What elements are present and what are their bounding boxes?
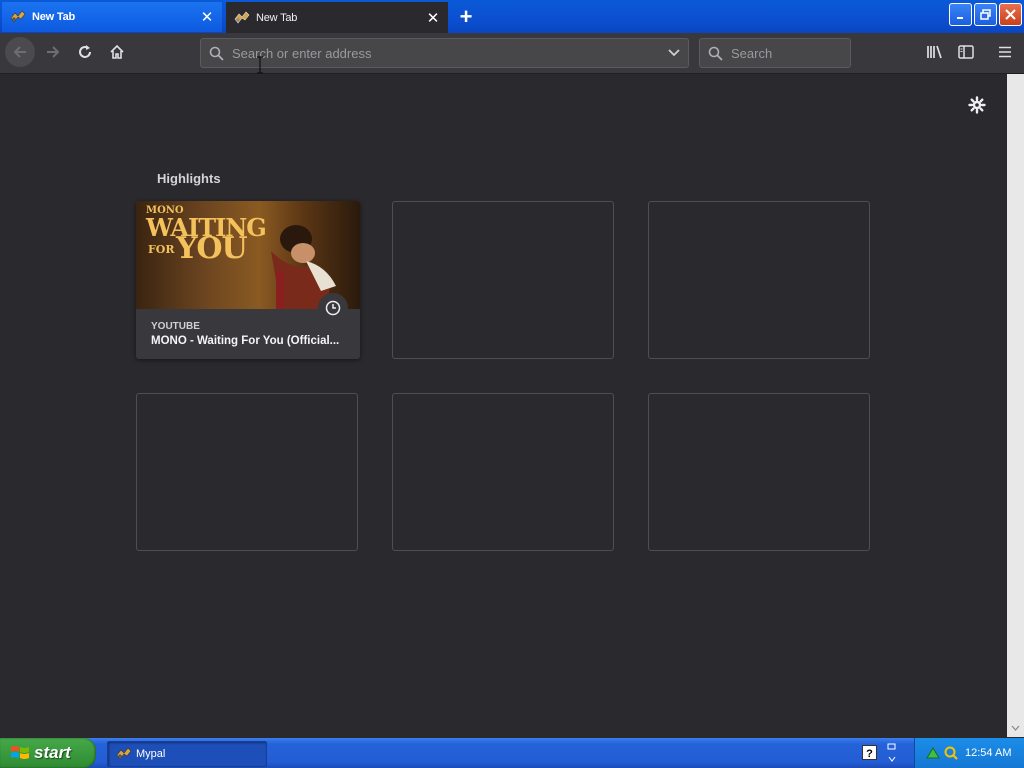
tab-close-icon[interactable]: ✕ xyxy=(422,7,444,29)
clock-icon xyxy=(325,300,341,316)
new-tab-button[interactable]: + xyxy=(452,3,480,31)
gear-icon xyxy=(968,96,986,114)
new-tab-page: Highlights MONO WAITING FOR YOU YOUTUBE … xyxy=(0,56,1007,737)
hamburger-menu-icon xyxy=(999,46,1011,58)
windows-flag-icon xyxy=(11,746,29,759)
tab-title: New Tab xyxy=(32,11,76,23)
tab-title: New Tab xyxy=(256,11,298,24)
taskbar-item-mypal[interactable]: Mypal xyxy=(107,741,267,767)
vertical-scrollbar[interactable] xyxy=(1007,74,1024,737)
highlight-card[interactable]: MONO WAITING FOR YOU YOUTUBE MONO - Wait… xyxy=(136,201,360,359)
highlights-heading: Highlights xyxy=(157,171,221,186)
mypal-favicon-icon xyxy=(234,11,250,23)
text-cursor-icon xyxy=(257,56,263,74)
highlight-placeholder xyxy=(648,201,870,359)
scroll-down-arrow-icon[interactable] xyxy=(1011,725,1020,731)
card-thumbnail: MONO WAITING FOR YOU xyxy=(136,201,360,309)
search-bar[interactable] xyxy=(699,38,851,68)
back-button[interactable] xyxy=(5,37,35,67)
svg-text:?: ? xyxy=(866,748,873,760)
window-controls xyxy=(949,3,1022,26)
minimize-button[interactable] xyxy=(949,3,972,26)
tab-new-tab-2[interactable]: New Tab ✕ xyxy=(226,2,448,33)
home-icon xyxy=(110,44,124,59)
mypal-favicon-icon xyxy=(10,10,26,23)
restore-button[interactable] xyxy=(974,3,997,26)
reload-button[interactable] xyxy=(70,37,100,67)
settings-button[interactable] xyxy=(966,94,988,116)
thumbnail-text: YOU xyxy=(176,231,248,266)
search-icon xyxy=(708,46,723,61)
taskbar: start Mypal ? 12:54 AM xyxy=(0,738,1024,768)
sidebar-toggle-button[interactable] xyxy=(951,37,981,67)
card-title: MONO - Waiting For You (Official... xyxy=(151,335,340,347)
highlight-placeholder xyxy=(648,393,870,551)
start-button[interactable]: start xyxy=(0,738,96,768)
back-arrow-icon xyxy=(13,46,26,58)
close-window-button[interactable] xyxy=(999,3,1022,26)
library-icon xyxy=(927,45,942,59)
title-bar: New Tab ✕ New Tab ✕ + xyxy=(0,0,1024,33)
highlight-placeholder xyxy=(136,393,358,551)
highlight-placeholder xyxy=(392,201,614,359)
restore-icon xyxy=(980,9,991,20)
address-bar[interactable] xyxy=(200,38,689,68)
search-input[interactable] xyxy=(729,44,843,62)
minimize-icon xyxy=(956,16,963,19)
home-button[interactable] xyxy=(102,37,132,67)
forward-arrow-icon xyxy=(47,46,60,58)
thumbnail-text: FOR xyxy=(148,243,175,256)
card-source: YOUTUBE xyxy=(151,321,200,332)
taskbar-clock: 12:54 AM xyxy=(965,747,1012,759)
sidebar-icon xyxy=(958,45,974,59)
tab-new-tab-1[interactable]: New Tab ✕ xyxy=(2,2,222,32)
language-bar-icon[interactable] xyxy=(886,743,898,763)
network-icon[interactable] xyxy=(925,745,941,761)
reload-icon xyxy=(79,45,91,58)
search-tray-icon[interactable] xyxy=(943,745,959,761)
system-tray: 12:54 AM xyxy=(914,738,1024,768)
library-button[interactable] xyxy=(920,37,950,67)
menu-button[interactable] xyxy=(990,37,1020,67)
chevron-down-icon[interactable] xyxy=(668,49,680,57)
help-icon[interactable]: ? xyxy=(862,745,877,760)
address-input[interactable] xyxy=(230,44,668,62)
highlight-placeholder xyxy=(392,393,614,551)
forward-button[interactable] xyxy=(38,37,68,67)
search-icon xyxy=(209,46,224,61)
history-badge xyxy=(318,293,348,323)
close-icon xyxy=(1005,9,1016,20)
mypal-favicon-icon xyxy=(116,747,132,760)
tab-close-icon[interactable]: ✕ xyxy=(196,6,218,28)
taskbar-item-label: Mypal xyxy=(136,748,166,760)
navigation-toolbar xyxy=(0,33,1024,74)
start-label: start xyxy=(34,743,71,762)
